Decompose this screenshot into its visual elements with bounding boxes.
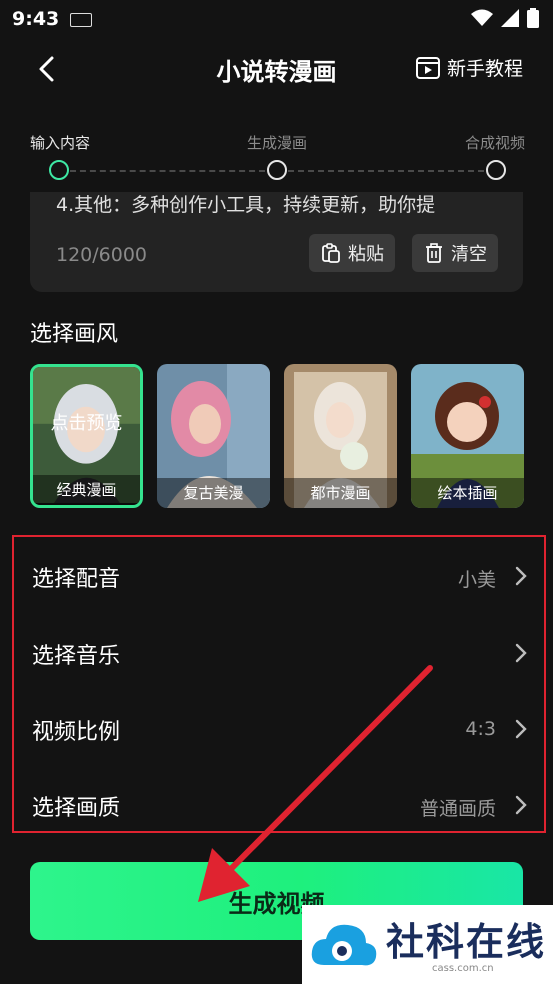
style-section-title: 选择画风: [30, 322, 119, 347]
trash-icon: [426, 243, 442, 263]
wifi-icon: [471, 9, 493, 26]
text-snippet: 4.其他：多种创作小工具，持续更新，助你提: [56, 194, 436, 216]
settings-list: 选择配音 小美 选择音乐 视频比例 4:3 选择画质 普通画质: [12, 535, 546, 833]
status-time: 9:43: [12, 8, 60, 30]
watermark-logo: 社科在线 cass.com.cn: [302, 905, 553, 984]
setting-label: 选择画质: [32, 796, 121, 821]
paste-label: 粘贴: [348, 244, 384, 265]
style-card-label: 复古美漫: [157, 478, 270, 508]
tutorial-icon: [415, 56, 440, 79]
setting-label: 视频比例: [32, 720, 121, 745]
style-list: 点击预览 经典漫画 复古美漫 都市漫画 绘本插画: [30, 364, 524, 510]
preview-label: 点击预览: [50, 413, 123, 434]
clear-label: 清空: [451, 244, 487, 265]
style-card-urban-comic[interactable]: 都市漫画: [284, 364, 397, 508]
style-card-label: 绘本插画: [411, 478, 524, 508]
status-icons: [471, 8, 539, 28]
step-label-input: 输入内容: [30, 134, 91, 152]
paste-icon: [322, 243, 340, 263]
character-count: 120/6000: [56, 244, 148, 266]
clear-button[interactable]: 清空: [412, 234, 498, 272]
app-header: 小说转漫画 新手教程: [0, 40, 553, 100]
style-card-label: 都市漫画: [284, 478, 397, 508]
setting-value: 小美: [457, 569, 496, 591]
style-card-classic-comic[interactable]: 点击预览 经典漫画: [30, 364, 143, 508]
progress-steps: 输入内容 生成漫画 合成视频: [0, 130, 553, 190]
tutorial-button[interactable]: 新手教程: [415, 54, 523, 81]
step-node-generate-comic: [267, 160, 287, 180]
style-card-retro-american[interactable]: 复古美漫: [157, 364, 270, 508]
setting-value: 普通画质: [419, 798, 496, 820]
style-card-picture-book[interactable]: 绘本插画: [411, 364, 524, 508]
tutorial-label: 新手教程: [446, 58, 523, 80]
status-bar: 9:43: [0, 0, 553, 40]
step-connector: [70, 170, 265, 172]
signal-icon: [501, 9, 519, 27]
setting-value: 4:3: [465, 718, 496, 740]
setting-label: 选择配音: [32, 567, 121, 592]
setting-music[interactable]: 选择音乐: [14, 616, 544, 690]
setting-voice[interactable]: 选择配音 小美: [14, 539, 544, 613]
cloud-logo-icon: [311, 924, 377, 966]
step-node-input: [49, 160, 69, 180]
step-connector: [288, 170, 484, 172]
setting-quality[interactable]: 选择画质 普通画质: [14, 768, 544, 842]
style-card-label: 经典漫画: [33, 475, 140, 505]
chevron-right-icon: [515, 566, 527, 586]
step-node-compose-video: [486, 160, 506, 180]
setting-label: 选择音乐: [32, 644, 121, 669]
watermark-name: 社科在线: [386, 920, 547, 964]
chevron-right-icon: [515, 643, 527, 663]
keyboard-icon: [70, 13, 92, 27]
chevron-right-icon: [515, 795, 527, 815]
novel-text-input[interactable]: 4.其他：多种创作小工具，持续更新，助你提 120/6000 粘贴 清空: [30, 192, 523, 292]
step-label-generate-comic: 生成漫画: [247, 134, 308, 152]
chevron-right-icon: [515, 719, 527, 739]
setting-aspect-ratio[interactable]: 视频比例 4:3: [14, 692, 544, 766]
battery-icon: [527, 8, 539, 28]
step-label-compose-video: 合成视频: [465, 134, 526, 152]
watermark-url: cass.com.cn: [432, 963, 494, 974]
paste-button[interactable]: 粘贴: [309, 234, 395, 272]
